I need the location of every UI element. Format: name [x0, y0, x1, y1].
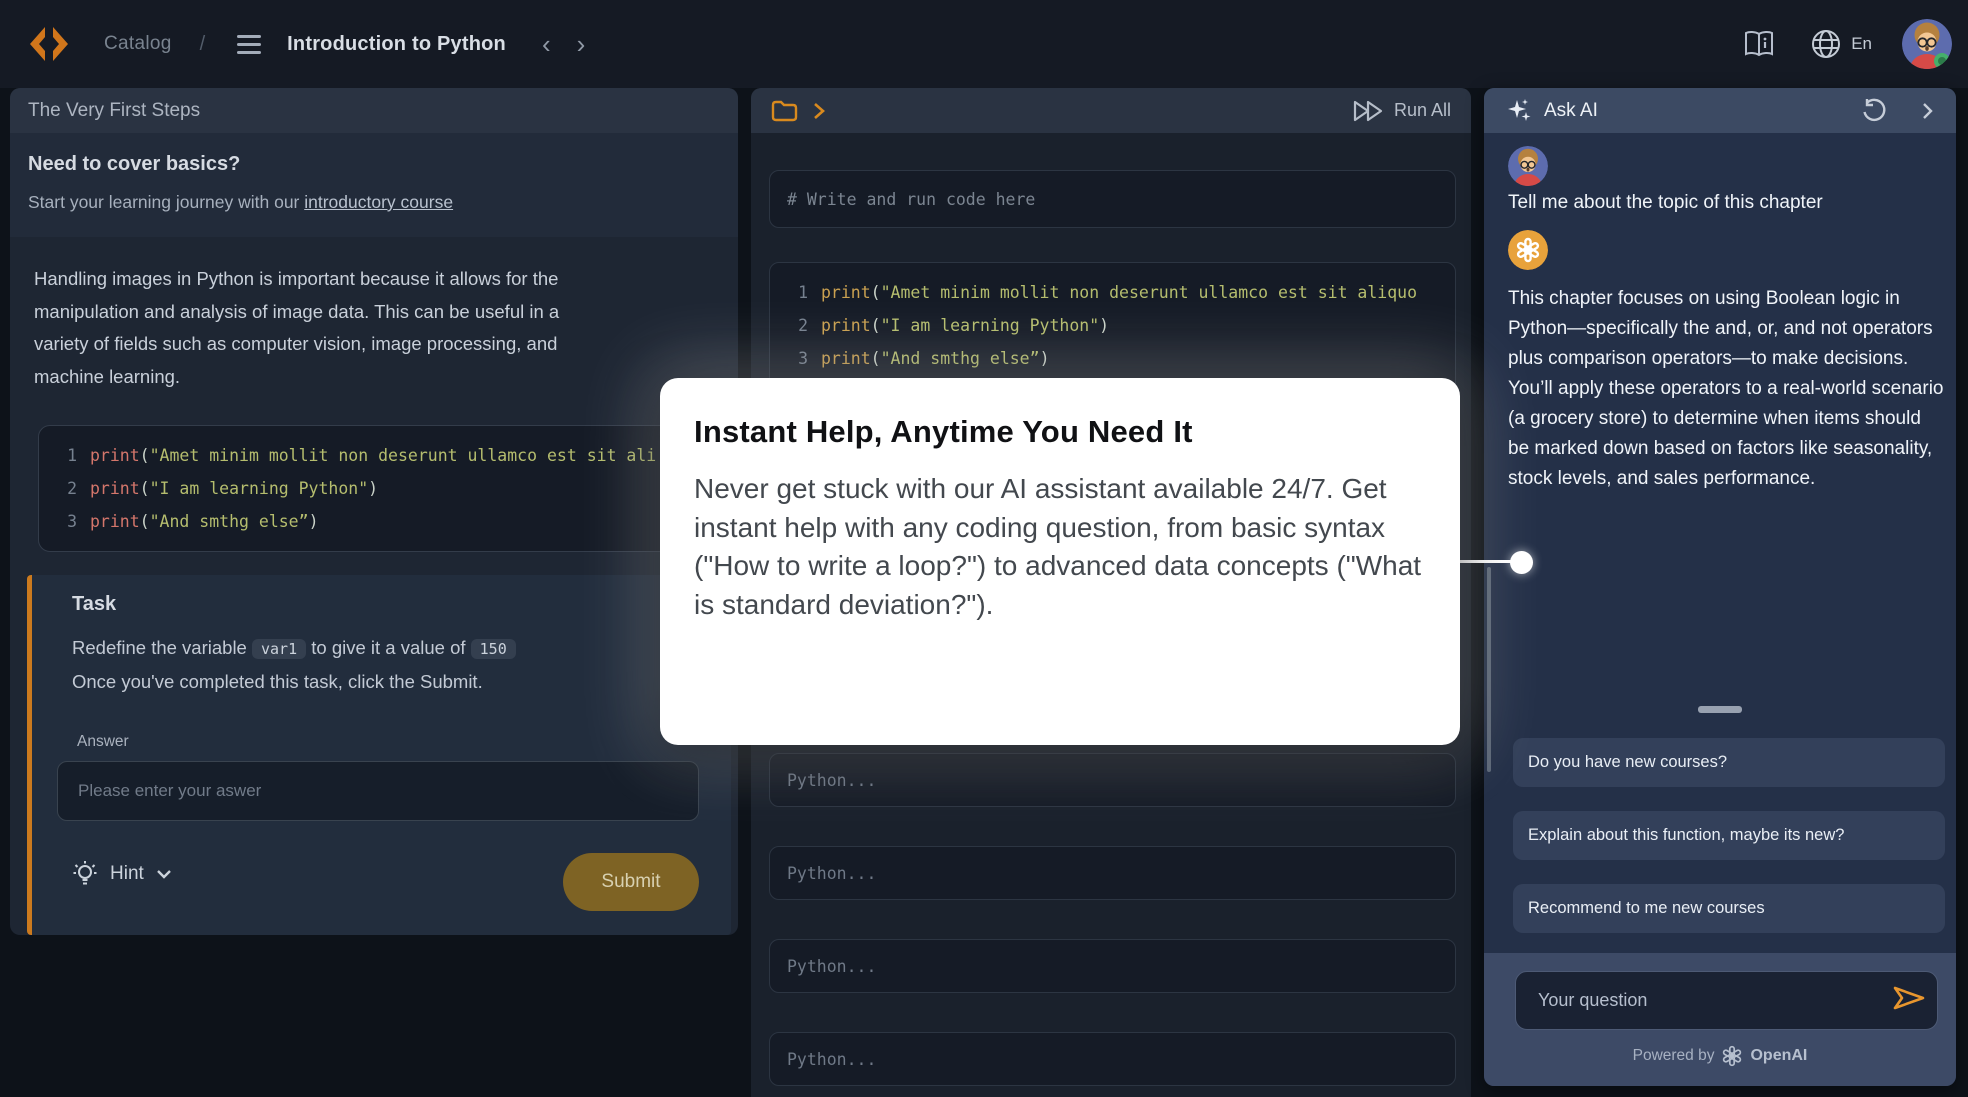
- code-line: 3print("And smthg else”): [786, 342, 1439, 375]
- ask-ai-title: Ask AI: [1544, 100, 1598, 122]
- basics-heading: Need to cover basics?: [28, 153, 720, 176]
- editor-toolbar: Run All: [751, 88, 1471, 133]
- breadcrumb-separator: /: [200, 33, 206, 56]
- python-cell[interactable]: Python...: [769, 939, 1456, 993]
- answer-label: Answer: [77, 733, 129, 751]
- hint-label: Hint: [110, 863, 144, 885]
- openai-label: OpenAI: [1750, 1047, 1807, 1065]
- task-instruction: Redefine the variable var1 to give it a …: [72, 637, 516, 659]
- resize-handle[interactable]: [1698, 706, 1742, 713]
- run-all-icon: [1352, 100, 1384, 122]
- code-line: 1print("Amet minim mollit non deserunt u…: [55, 439, 705, 472]
- user-avatar[interactable]: [1902, 19, 1952, 69]
- ask-ai-header: Ask AI: [1484, 88, 1956, 133]
- ask-ai-footer: Powered by OpenAI: [1484, 953, 1956, 1086]
- code-line: 1print("Amet minim mollit non deserunt u…: [786, 276, 1439, 309]
- bulb-icon: [72, 860, 98, 888]
- python-cells: Python... Python... Python... Python...: [769, 753, 1456, 1086]
- lesson-panel: The Very First Steps Need to cover basic…: [10, 88, 738, 935]
- task-card: Task Redefine the variable var1 to give …: [27, 575, 731, 935]
- user-message: Tell me about the topic of this chapter: [1508, 192, 1942, 214]
- task-instruction-2: Once you've completed this task, click t…: [72, 671, 483, 693]
- chat-scrollbar[interactable]: [1487, 567, 1491, 772]
- openai-logo-icon: [1721, 1045, 1743, 1067]
- variable-chip: var1: [252, 639, 306, 659]
- suggestion-chip[interactable]: Do you have new courses?: [1513, 738, 1945, 787]
- globe-icon[interactable]: [1811, 29, 1841, 59]
- tooltip-title: Instant Help, Anytime You Need It: [694, 414, 1426, 450]
- python-cell[interactable]: Python...: [769, 846, 1456, 900]
- task-heading: Task: [72, 593, 116, 616]
- language-selector[interactable]: En: [1851, 34, 1872, 54]
- answer-input[interactable]: [57, 761, 699, 821]
- python-cell[interactable]: Python...: [769, 753, 1456, 807]
- menu-icon[interactable]: [237, 35, 261, 54]
- onboarding-tooltip: Instant Help, Anytime You Need It Never …: [660, 378, 1460, 745]
- assistant-avatar openai-avatar-icon: [1508, 230, 1548, 270]
- next-chapter-chevron-icon[interactable]: ›: [577, 31, 586, 57]
- ask-ai-panel: Ask AI Tell me about the topic of this c…: [1484, 88, 1956, 1086]
- tooltip-body: Never get stuck with our AI assistant av…: [694, 470, 1426, 624]
- chapter-title: Introduction to Python: [287, 33, 506, 56]
- code-line: 2print("I am learning Python"): [55, 472, 705, 505]
- lesson-title: The Very First Steps: [28, 100, 200, 122]
- lesson-header: The Very First Steps: [10, 88, 738, 133]
- run-all-button[interactable]: Run All: [1352, 100, 1451, 122]
- suggestion-chip[interactable]: Recommend to me new courses: [1513, 884, 1945, 933]
- handbook-icon[interactable]: [1743, 30, 1775, 58]
- send-icon[interactable]: [1892, 985, 1926, 1011]
- question-input[interactable]: [1515, 971, 1938, 1030]
- run-all-label: Run All: [1394, 100, 1451, 121]
- breadcrumb-catalog[interactable]: Catalog: [104, 33, 172, 55]
- suggested-questions: Do you have new courses? Explain about th…: [1513, 738, 1945, 933]
- basics-callout: Need to cover basics? Start your learnin…: [10, 133, 738, 237]
- introductory-course-link[interactable]: introductory course: [304, 192, 453, 212]
- powered-by: Powered by OpenAI: [1484, 1045, 1956, 1067]
- folder-icon[interactable]: [771, 100, 798, 122]
- basics-text: Start your learning journey with our int…: [28, 192, 720, 213]
- prev-chapter-chevron-icon[interactable]: ‹: [542, 31, 551, 57]
- code-line: 2print("I am learning Python"): [786, 309, 1439, 342]
- sparkles-icon: [1506, 98, 1532, 124]
- hint-button[interactable]: Hint: [72, 860, 172, 888]
- assistant-message: This chapter focuses on using Boolean lo…: [1508, 284, 1944, 494]
- code-line: 3print("And smthg else”): [55, 505, 705, 538]
- top-navbar: Catalog / Introduction to Python ‹ › En: [0, 0, 1968, 88]
- chat-user-avatar: [1508, 146, 1548, 186]
- suggestion-chip[interactable]: Explain about this function, maybe its n…: [1513, 811, 1945, 860]
- python-cell[interactable]: Python...: [769, 1032, 1456, 1086]
- collapse-panel-chevron-icon[interactable]: [1921, 101, 1934, 121]
- hint-chevron-down-icon: [156, 869, 172, 879]
- submit-button[interactable]: Submit: [563, 853, 699, 911]
- value-chip: 150: [471, 639, 516, 659]
- lesson-code-sample: 1print("Amet minim mollit non deserunt u…: [38, 425, 722, 552]
- expand-chevron-icon[interactable]: [812, 101, 826, 121]
- reset-chat-icon[interactable]: [1861, 98, 1887, 124]
- lesson-paragraph: Handling images in Python is important b…: [34, 263, 582, 393]
- scratch-cell[interactable]: # Write and run code here: [769, 170, 1456, 228]
- tooltip-connector-dot: [1510, 551, 1533, 574]
- brand-logo-icon[interactable]: [26, 23, 72, 65]
